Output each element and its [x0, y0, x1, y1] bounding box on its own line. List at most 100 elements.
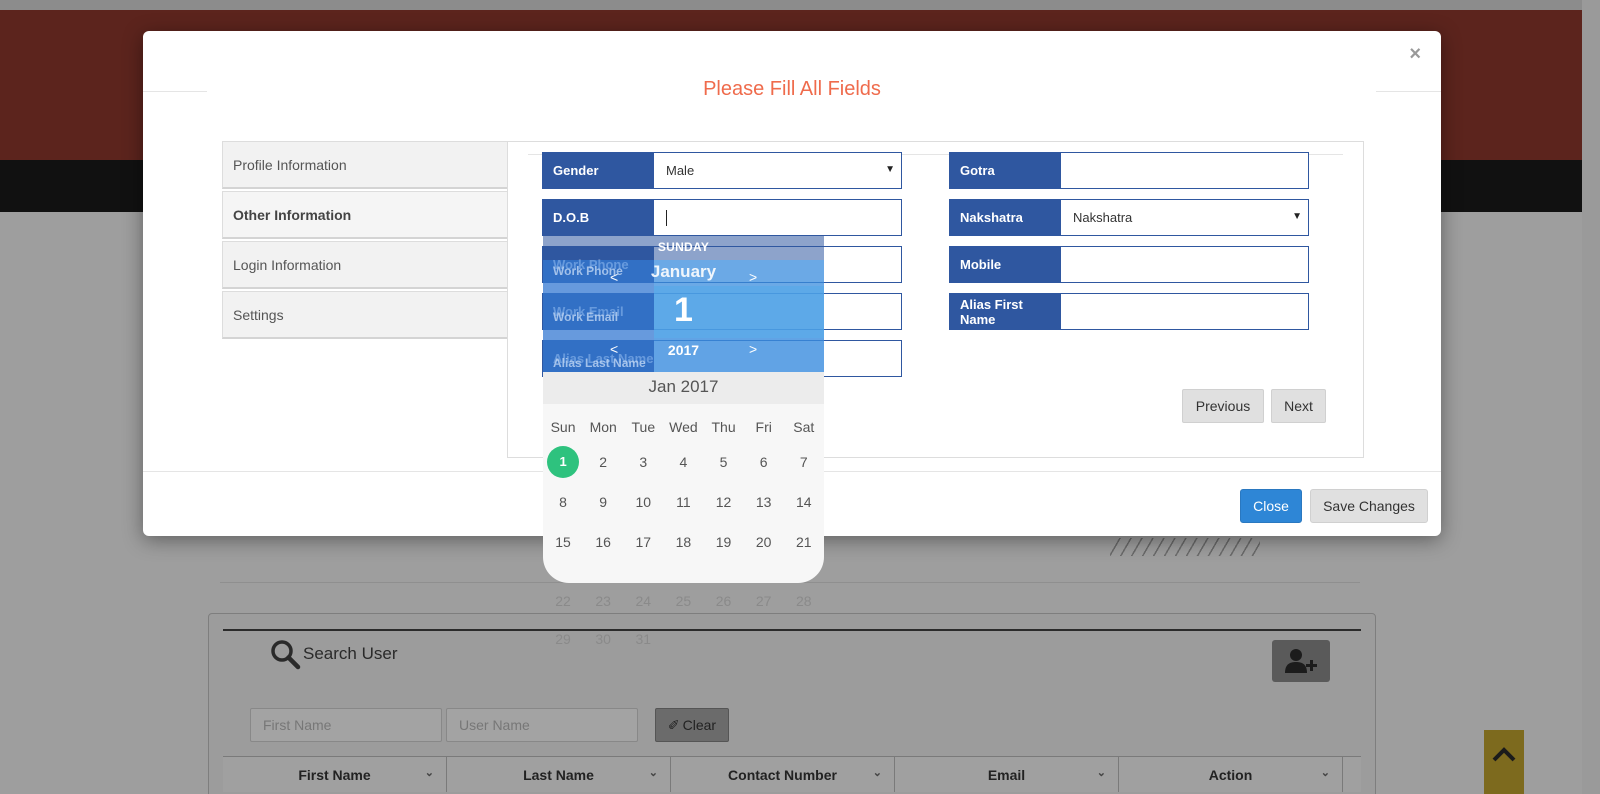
calendar-day[interactable]: 19	[704, 534, 744, 550]
calendar-day[interactable]: 24	[623, 593, 663, 609]
calendar-day[interactable]: 16	[583, 534, 623, 550]
previous-button[interactable]: Previous	[1182, 389, 1264, 423]
gender-select[interactable]: Male ▼	[654, 153, 901, 188]
nakshatra-select[interactable]: Nakshatra ▼	[1061, 200, 1308, 235]
dropdown-caret-icon: ▼	[885, 164, 895, 175]
selected-year: 2017	[667, 342, 700, 358]
scroll-to-top-button[interactable]	[1484, 730, 1524, 794]
calendar-month-header: Jan 2017	[543, 372, 824, 404]
calendar-day[interactable]: 20	[744, 534, 784, 550]
modal-title: Please Fill All Fields	[703, 78, 881, 100]
column-label: First Name	[298, 766, 371, 783]
calendar-day[interactable]: 15	[543, 534, 583, 550]
column-last-name[interactable]: Last Name ⌄	[447, 757, 671, 792]
calendar-day[interactable]: 21	[784, 534, 824, 550]
column-email[interactable]: Email ⌄	[895, 757, 1119, 792]
calendar-day[interactable]: 8	[543, 494, 583, 510]
column-first-name[interactable]: First Name ⌄	[223, 757, 447, 792]
weekday-label: Fri	[755, 419, 772, 435]
user-name-filter-input[interactable]: User Name	[446, 708, 638, 742]
search-user-label: Search User	[303, 644, 398, 663]
calendar-day[interactable]: 11	[663, 494, 703, 510]
selected-day-name: SUNDAY	[657, 240, 710, 254]
text-cursor	[666, 209, 667, 226]
nakshatra-label: Nakshatra	[950, 200, 1061, 235]
calendar-day[interactable]: 18	[663, 534, 703, 550]
calendar-day[interactable]: 13	[744, 494, 784, 510]
mobile-label: Mobile	[950, 247, 1061, 282]
decorative-hatch	[1110, 538, 1260, 556]
close-icon[interactable]: ×	[1409, 43, 1421, 66]
alias-first-name-field: Alias First Name	[949, 293, 1309, 330]
calendar-day[interactable]: 17	[623, 534, 663, 550]
dob-input[interactable]	[654, 200, 901, 235]
calendar-day[interactable]: 23	[583, 593, 623, 609]
tab-settings[interactable]: Settings	[222, 291, 512, 339]
first-name-filter-input[interactable]: First Name	[250, 708, 442, 742]
calendar-day[interactable]: 29	[543, 631, 583, 647]
calendar-day[interactable]: 2	[583, 454, 623, 470]
calendar-day[interactable]: 6	[744, 454, 784, 470]
selected-day-marker[interactable]: 1	[547, 446, 580, 478]
calendar-week-row: 8 9 10 11 12 13 14	[543, 482, 824, 522]
save-changes-button[interactable]: Save Changes	[1310, 489, 1428, 523]
weekday-label: Wed	[669, 419, 698, 435]
column-contact-number[interactable]: Contact Number ⌄	[671, 757, 895, 792]
calendar-week-row: 15 16 17 18 19 20 21	[543, 522, 824, 562]
tab-other-information[interactable]: Other Information	[222, 191, 515, 241]
chevron-down-icon[interactable]: ⌄	[649, 766, 658, 779]
calendar-day[interactable]: 28	[784, 593, 824, 609]
chevron-down-icon[interactable]: ⌄	[1097, 766, 1106, 779]
calendar-day[interactable]: 25	[663, 593, 703, 609]
alias-first-name-input[interactable]	[1061, 294, 1308, 329]
chevron-down-icon[interactable]: ⌄	[1321, 766, 1330, 779]
gender-label: Gender	[543, 153, 654, 188]
calendar-day[interactable]: 12	[704, 494, 744, 510]
tab-label: Profile Information	[233, 156, 347, 173]
chevron-down-icon[interactable]: ⌄	[873, 766, 882, 779]
calendar-day[interactable]: 7	[784, 454, 824, 470]
calendar-day[interactable]: 1	[543, 446, 583, 478]
calendar-day[interactable]: 3	[623, 454, 663, 470]
calendar-week-row: 1234567	[543, 442, 824, 482]
gender-value: Male	[666, 163, 695, 178]
calendar-day[interactable]: 22	[543, 593, 583, 609]
weekday-label: Sun	[550, 419, 576, 435]
date-picker-calendar: Jan 2017 Sun Mon Tue Wed Thu Fri Sat 123456789…	[543, 372, 824, 583]
week-rows: 1 2 3 4 5 6 7 8 9 10 11 12 13 14 15 16 17 18 19 20 21	[543, 442, 824, 562]
add-user-button[interactable]	[1272, 640, 1330, 682]
calendar-day[interactable]: 5	[704, 454, 744, 470]
clear-label: Clear	[682, 717, 717, 733]
calendar-day[interactable]: 4	[663, 454, 703, 470]
next-button[interactable]: Next	[1271, 389, 1326, 423]
tab-profile-information[interactable]: Profile Information	[222, 141, 512, 189]
calendar-day[interactable]: 30	[583, 631, 623, 647]
calendar-day[interactable]: 27	[744, 593, 784, 609]
calendar-day[interactable]: 31	[623, 631, 663, 647]
calendar-overflow-rows: 22 23 24 25 26 27 28 29 30 31	[543, 583, 824, 659]
calendar-day[interactable]: 10	[623, 494, 663, 510]
page-top-strip	[0, 0, 1600, 10]
mobile-field: Mobile	[949, 246, 1309, 283]
gotra-field: Gotra	[949, 152, 1309, 189]
tab-login-information[interactable]: Login Information	[222, 241, 512, 289]
mobile-input[interactable]	[1061, 247, 1308, 282]
calendar-day[interactable]: 14	[784, 494, 824, 510]
column-action[interactable]: Action ⌄	[1119, 757, 1343, 792]
modal-side-tabs: Profile Information Other Information Lo…	[222, 141, 515, 341]
weekday-row: Sun Mon Tue Wed Thu Fri Sat	[543, 412, 824, 442]
next-year-arrow[interactable]: >	[749, 341, 757, 357]
close-button[interactable]: Close	[1240, 489, 1302, 523]
nakshatra-field: Nakshatra Nakshatra ▼	[949, 199, 1309, 236]
calendar-day[interactable]: 9	[583, 494, 623, 510]
column-label: Contact Number	[728, 766, 837, 783]
tab-label: Settings	[233, 306, 284, 323]
gotra-input[interactable]	[1061, 153, 1308, 188]
chevron-down-icon[interactable]: ⌄	[425, 766, 434, 779]
page-scrollbar[interactable]	[1582, 0, 1600, 794]
ghost-alias-last-name-label: Alias Last Name	[553, 356, 646, 370]
add-user-icon	[1285, 649, 1317, 673]
clear-button[interactable]: ✐ Clear	[655, 708, 729, 742]
next-month-arrow[interactable]: >	[749, 269, 757, 285]
calendar-day[interactable]: 26	[704, 593, 744, 609]
